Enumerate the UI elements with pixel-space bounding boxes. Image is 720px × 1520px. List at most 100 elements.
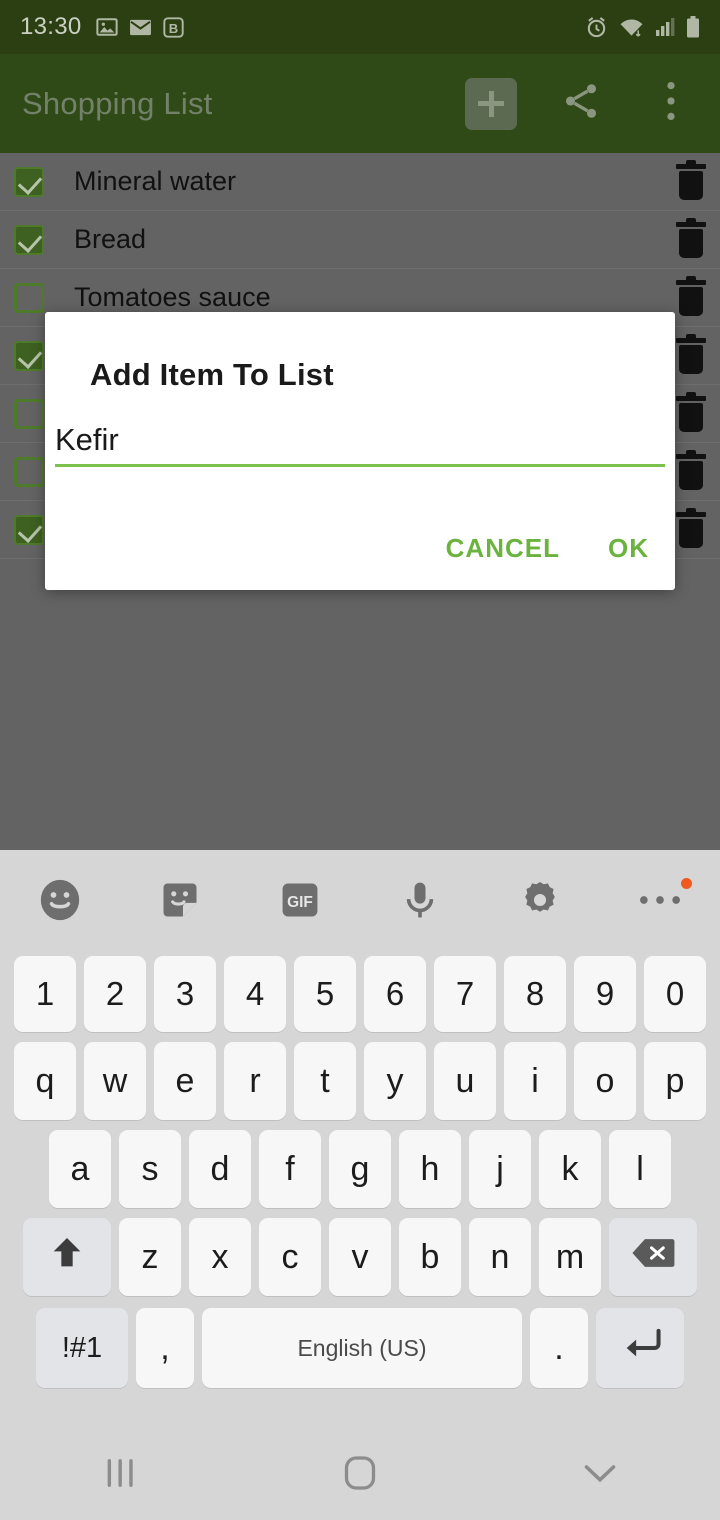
list-item-label: Mineral water xyxy=(74,166,237,196)
status-notification-icons: B xyxy=(95,16,184,38)
trash-icon[interactable] xyxy=(676,275,706,316)
key-h[interactable]: h xyxy=(399,1130,461,1208)
key-o[interactable]: o xyxy=(574,1042,636,1120)
key-x[interactable]: x xyxy=(189,1218,251,1296)
key-8[interactable]: 8 xyxy=(504,956,566,1032)
key-7[interactable]: 7 xyxy=(434,956,496,1032)
key-r[interactable]: r xyxy=(224,1042,286,1120)
enter-key[interactable] xyxy=(596,1308,684,1388)
key-u[interactable]: u xyxy=(434,1042,496,1120)
key-f[interactable]: f xyxy=(259,1130,321,1208)
key-b[interactable]: b xyxy=(399,1218,461,1296)
list-item-label: Tomatoes sauce xyxy=(74,282,271,312)
key-n[interactable]: n xyxy=(469,1218,531,1296)
status-system-icons xyxy=(585,16,700,39)
symbols-key[interactable]: !#1 xyxy=(36,1308,128,1388)
share-button[interactable] xyxy=(554,77,608,131)
more-vertical-icon xyxy=(666,80,676,127)
trash-icon[interactable] xyxy=(676,217,706,258)
add-item-button[interactable] xyxy=(464,77,518,131)
item-checkbox[interactable] xyxy=(14,224,44,255)
keyboard-row-3: z x c v b n m xyxy=(0,1218,720,1296)
home-button[interactable] xyxy=(240,1430,480,1520)
add-item-button-box xyxy=(465,77,517,130)
gear-icon[interactable] xyxy=(480,850,600,950)
trash-icon[interactable] xyxy=(676,391,706,432)
dialog-input-wrap xyxy=(55,422,665,467)
key-a[interactable]: a xyxy=(49,1130,111,1208)
add-item-dialog: Add Item To List CANCEL OK xyxy=(45,312,675,590)
item-checkbox[interactable] xyxy=(14,166,44,197)
dialog-title: Add Item To List xyxy=(90,357,334,392)
key-v[interactable]: v xyxy=(329,1218,391,1296)
home-icon xyxy=(343,1455,377,1496)
overflow-menu-button[interactable] xyxy=(644,77,698,131)
shift-key[interactable] xyxy=(23,1218,111,1296)
key-c[interactable]: c xyxy=(259,1218,321,1296)
gallery-icon xyxy=(95,16,118,38)
trash-icon[interactable] xyxy=(676,449,706,490)
item-checkbox[interactable] xyxy=(14,340,44,371)
enter-icon xyxy=(618,1327,662,1370)
key-j[interactable]: j xyxy=(469,1130,531,1208)
key-0[interactable]: 0 xyxy=(644,956,706,1032)
recents-button[interactable] xyxy=(0,1430,240,1520)
keyboard-row-4: !#1 , English (US) . xyxy=(0,1308,720,1388)
page-title: Shopping List xyxy=(22,85,213,121)
key-p[interactable]: p xyxy=(644,1042,706,1120)
key-s[interactable]: s xyxy=(119,1130,181,1208)
wifi-icon xyxy=(619,17,644,38)
microphone-icon[interactable] xyxy=(360,850,480,950)
cancel-button[interactable]: CANCEL xyxy=(446,533,560,564)
bold-b-icon: B xyxy=(162,16,184,38)
key-z[interactable]: z xyxy=(119,1218,181,1296)
key-g[interactable]: g xyxy=(329,1130,391,1208)
comma-key[interactable]: , xyxy=(136,1308,194,1388)
ok-button[interactable]: OK xyxy=(608,533,649,564)
battery-icon xyxy=(686,16,700,38)
gif-icon[interactable]: GIF xyxy=(240,850,360,950)
key-m[interactable]: m xyxy=(539,1218,601,1296)
list-item[interactable]: Bread xyxy=(0,211,720,269)
key-5[interactable]: 5 xyxy=(294,956,356,1032)
sticker-icon[interactable] xyxy=(120,850,240,950)
more-horizontal-icon[interactable] xyxy=(600,850,720,950)
key-w[interactable]: w xyxy=(84,1042,146,1120)
key-1[interactable]: 1 xyxy=(14,956,76,1032)
keyboard-row-2: a s d f g h j k l xyxy=(0,1130,720,1208)
item-checkbox[interactable] xyxy=(14,456,44,487)
status-bar: 13:30 B xyxy=(0,0,720,54)
item-checkbox[interactable] xyxy=(14,514,44,545)
key-9[interactable]: 9 xyxy=(574,956,636,1032)
input-underline xyxy=(55,464,665,467)
hide-keyboard-button[interactable] xyxy=(480,1430,720,1520)
emoji-icon[interactable] xyxy=(0,850,120,950)
trash-icon[interactable] xyxy=(676,333,706,374)
backspace-icon xyxy=(631,1236,675,1279)
key-l[interactable]: l xyxy=(609,1130,671,1208)
key-4[interactable]: 4 xyxy=(224,956,286,1032)
item-checkbox[interactable] xyxy=(14,398,44,429)
backspace-key[interactable] xyxy=(609,1218,697,1296)
key-q[interactable]: q xyxy=(14,1042,76,1120)
item-name-input[interactable] xyxy=(55,422,665,464)
key-3[interactable]: 3 xyxy=(154,956,216,1032)
key-k[interactable]: k xyxy=(539,1130,601,1208)
recents-icon xyxy=(104,1456,136,1495)
shift-icon xyxy=(47,1233,87,1282)
key-y[interactable]: y xyxy=(364,1042,426,1120)
key-d[interactable]: d xyxy=(189,1130,251,1208)
app-bar-actions xyxy=(464,77,698,131)
key-e[interactable]: e xyxy=(154,1042,216,1120)
trash-icon[interactable] xyxy=(676,159,706,200)
email-icon xyxy=(129,18,152,37)
key-6[interactable]: 6 xyxy=(364,956,426,1032)
list-item[interactable]: Mineral water xyxy=(0,153,720,211)
key-2[interactable]: 2 xyxy=(84,956,146,1032)
period-key[interactable]: . xyxy=(530,1308,588,1388)
key-t[interactable]: t xyxy=(294,1042,356,1120)
item-checkbox[interactable] xyxy=(14,282,44,313)
key-i[interactable]: i xyxy=(504,1042,566,1120)
space-key[interactable]: English (US) xyxy=(202,1308,522,1388)
trash-icon[interactable] xyxy=(676,507,706,548)
